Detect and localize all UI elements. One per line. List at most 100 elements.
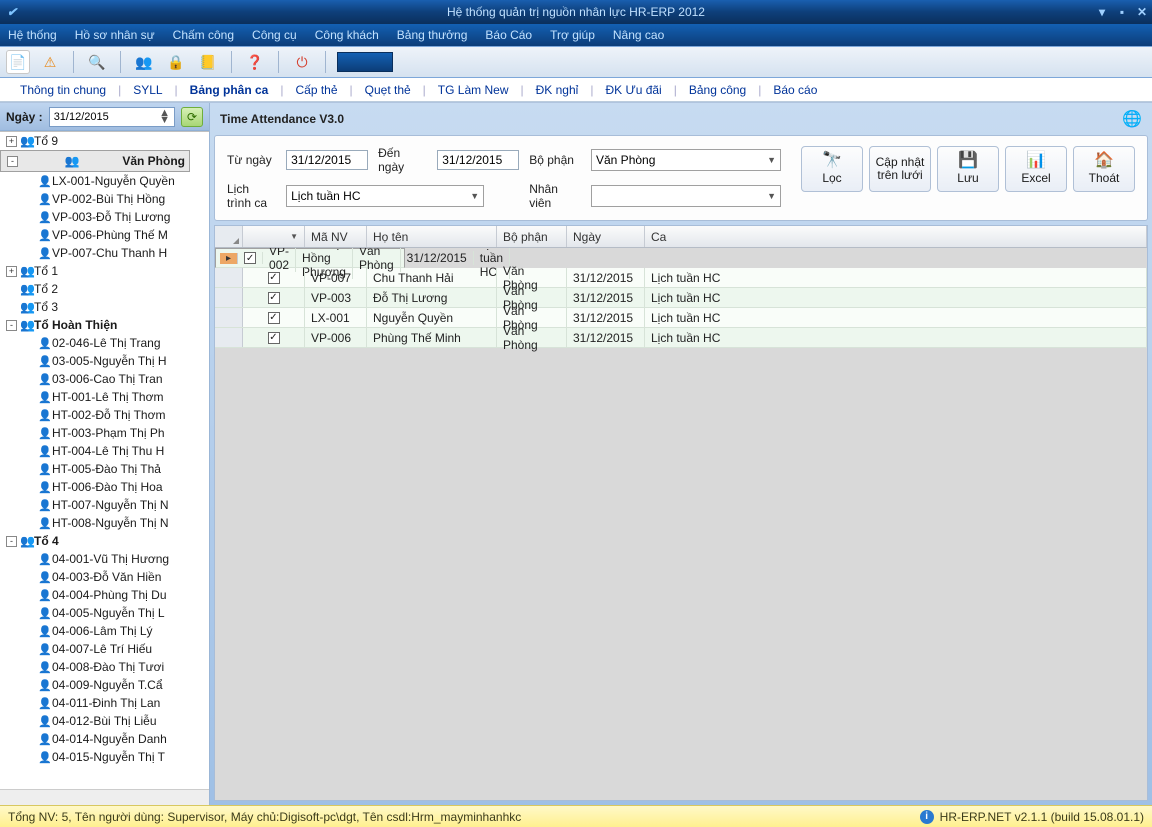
tab-8[interactable]: Bảng công: [679, 79, 756, 101]
dept-select[interactable]: Văn Phòng▼: [591, 149, 781, 171]
tab-7[interactable]: ĐK Ưu đãi: [595, 79, 671, 101]
tree-person[interactable]: 👤HT-006-Đào Thị Hoa: [0, 478, 209, 496]
tab-1[interactable]: SYLL: [123, 79, 172, 101]
tree-person[interactable]: 👤04-001-Vũ Thị Hương: [0, 550, 209, 568]
row-checkbox[interactable]: ✓: [244, 252, 256, 264]
excel-button[interactable]: 📊Excel: [1005, 146, 1067, 192]
col-header-5[interactable]: Ngày: [567, 226, 645, 247]
tree-person[interactable]: 👤04-015-Nguyễn Thị T: [0, 748, 209, 766]
new-doc-icon[interactable]: 📄: [6, 50, 30, 74]
table-row[interactable]: ✓VP-006Phùng Thế MinhVăn Phòng31/12/2015…: [215, 328, 1147, 348]
data-grid[interactable]: ▼Mã NVHọ tênBộ phậnNgàyCa ✓VP-002Bùi Thị…: [214, 225, 1148, 801]
table-row[interactable]: ✓VP-002Bùi Thị Hồng PhượngVăn Phòng31/12…: [215, 248, 405, 268]
emp-select[interactable]: ▼: [591, 185, 781, 207]
col-header-6[interactable]: Ca: [645, 226, 1147, 247]
tree-person[interactable]: 👤04-004-Phùng Thị Du: [0, 586, 209, 604]
tree-hscroll[interactable]: [0, 789, 209, 805]
table-row[interactable]: ✓LX-001Nguyễn QuyềnVăn Phòng31/12/2015Lị…: [215, 308, 1147, 328]
tree-person[interactable]: 👤04-007-Lê Trí Hiếu: [0, 640, 209, 658]
tree-person[interactable]: 👤04-005-Nguyễn Thị L: [0, 604, 209, 622]
menu-hồ-sơ-nhân-sự[interactable]: Hồ sơ nhân sự: [75, 28, 155, 42]
row-checkbox[interactable]: ✓: [268, 292, 280, 304]
table-row[interactable]: ✓VP-003Đỗ Thị LươngVăn Phòng31/12/2015Lị…: [215, 288, 1147, 308]
schedule-select[interactable]: Lịch tuần HC▼: [286, 185, 484, 207]
tab-6[interactable]: ĐK nghỉ: [526, 79, 589, 101]
update-grid-button[interactable]: Cập nhậttrên lưới: [869, 146, 931, 192]
minimize-icon[interactable]: ▾: [1092, 5, 1112, 19]
tree-person[interactable]: 👤04-009-Nguyễn T.Cẩ: [0, 676, 209, 694]
tree-person[interactable]: 👤04-006-Lâm Thị Lý: [0, 622, 209, 640]
tab-9[interactable]: Báo cáo: [763, 79, 827, 101]
tree-person[interactable]: 👤VP-003-Đỗ Thị Lương: [0, 208, 209, 226]
help-icon[interactable]: ❓: [243, 50, 267, 74]
row-checkbox[interactable]: ✓: [268, 332, 280, 344]
exit-button[interactable]: 🏠Thoát: [1073, 146, 1135, 192]
tab-3[interactable]: Cấp thẻ: [285, 79, 347, 101]
row-checkbox[interactable]: ✓: [268, 312, 280, 324]
menu-bảng-thưởng[interactable]: Bảng thưởng: [397, 28, 468, 42]
tree-group[interactable]: +👥Tổ 1: [0, 262, 209, 280]
menu-hệ-thống[interactable]: Hệ thống: [8, 28, 57, 42]
date-input[interactable]: 31/12/2015 ▲▼: [49, 107, 175, 127]
refresh-button[interactable]: ⟳: [181, 107, 203, 127]
tree-person[interactable]: 👤04-003-Đỗ Văn Hiền: [0, 568, 209, 586]
tree-person[interactable]: 👤HT-007-Nguyễn Thị N: [0, 496, 209, 514]
tree-person[interactable]: 👤HT-004-Lê Thị Thu H: [0, 442, 209, 460]
col-header-1[interactable]: ▼: [243, 226, 305, 247]
tab-2[interactable]: Bảng phân ca: [180, 79, 279, 101]
tree-person[interactable]: 👤04-008-Đào Thị Tươi: [0, 658, 209, 676]
tree-person[interactable]: 👤HT-003-Phạm Thị Ph: [0, 424, 209, 442]
tab-4[interactable]: Quẹt thẻ: [355, 79, 421, 101]
col-header-4[interactable]: Bộ phận: [497, 226, 567, 247]
tree-person[interactable]: 👤HT-001-Lê Thị Thơm: [0, 388, 209, 406]
tree-person[interactable]: 👤VP-007-Chu Thanh H: [0, 244, 209, 262]
col-header-0[interactable]: [215, 226, 243, 247]
book-icon[interactable]: 📒: [196, 50, 220, 74]
tree-person[interactable]: 👤HT-002-Đỗ Thị Thơm: [0, 406, 209, 424]
tree-person[interactable]: 👤VP-002-Bùi Thị Hồng: [0, 190, 209, 208]
tree-group[interactable]: -👥Tổ 4: [0, 532, 209, 550]
tree-person[interactable]: 👤02-046-Lê Thị Trang: [0, 334, 209, 352]
tree-group[interactable]: 👥Tổ 3: [0, 298, 209, 316]
search-doc-icon[interactable]: 🔍: [85, 50, 109, 74]
tree-person[interactable]: 👤04-011-Đinh Thị Lan: [0, 694, 209, 712]
menu-chấm-công[interactable]: Chấm công: [173, 28, 234, 42]
save-button[interactable]: 💾Lưu: [937, 146, 999, 192]
warning-icon[interactable]: ⚠: [38, 50, 62, 74]
org-tree[interactable]: +👥Tổ 9-👥Văn Phòng👤LX-001-Nguyễn Quyền👤VP…: [0, 131, 209, 789]
tab-0[interactable]: Thông tin chung: [10, 79, 116, 101]
menu-báo-cáo[interactable]: Báo Cáo: [485, 28, 532, 42]
col-header-2[interactable]: Mã NV: [305, 226, 367, 247]
tree-person[interactable]: 👤04-012-Bùi Thị Liễu: [0, 712, 209, 730]
tree-group[interactable]: +👥Tổ 9: [0, 132, 209, 150]
menu-trợ-giúp[interactable]: Trợ giúp: [550, 28, 595, 42]
spinner-icon[interactable]: ▲▼: [159, 110, 170, 124]
row-checkbox[interactable]: ✓: [268, 272, 280, 284]
tree-person[interactable]: 👤LX-001-Nguyễn Quyền: [0, 172, 209, 190]
from-date-input[interactable]: 31/12/2015: [286, 150, 368, 170]
filter-button[interactable]: 🔭Lọc: [801, 146, 863, 192]
tree-group[interactable]: -👥Tổ Hoàn Thiện: [0, 316, 209, 334]
maximize-icon[interactable]: ▪: [1112, 5, 1132, 19]
tab-5[interactable]: TG Làm New: [428, 79, 519, 101]
tree-person[interactable]: 👤VP-006-Phùng Thế M: [0, 226, 209, 244]
col-header-3[interactable]: Họ tên: [367, 226, 497, 247]
menu-công-khách[interactable]: Công khách: [315, 28, 379, 42]
users-icon[interactable]: 👥: [132, 50, 156, 74]
lock-icon[interactable]: 🔒: [164, 50, 188, 74]
menu-công-cụ[interactable]: Công cụ: [252, 28, 297, 42]
tree-person[interactable]: 👤03-005-Nguyễn Thị H: [0, 352, 209, 370]
tree-person[interactable]: 👤03-006-Cao Thị Tran: [0, 370, 209, 388]
close-icon[interactable]: ✕: [1132, 5, 1152, 19]
table-row[interactable]: ✓VP-007Chu Thanh HảiVăn Phòng31/12/2015L…: [215, 268, 1147, 288]
to-date-input[interactable]: 31/12/2015: [437, 150, 519, 170]
tree-person[interactable]: 👤HT-008-Nguyễn Thị N: [0, 514, 209, 532]
globe-icon[interactable]: 🌐: [1122, 109, 1142, 129]
tree-group[interactable]: -👥Văn Phòng: [0, 150, 190, 172]
tree-person[interactable]: 👤HT-005-Đào Thị Thả: [0, 460, 209, 478]
tree-group[interactable]: 👥Tổ 2: [0, 280, 209, 298]
toolbar-combo[interactable]: [337, 52, 393, 72]
power-icon[interactable]: ⏻: [290, 50, 314, 74]
menu-nâng-cao[interactable]: Nâng cao: [613, 28, 664, 42]
tree-person[interactable]: 👤04-014-Nguyễn Danh: [0, 730, 209, 748]
